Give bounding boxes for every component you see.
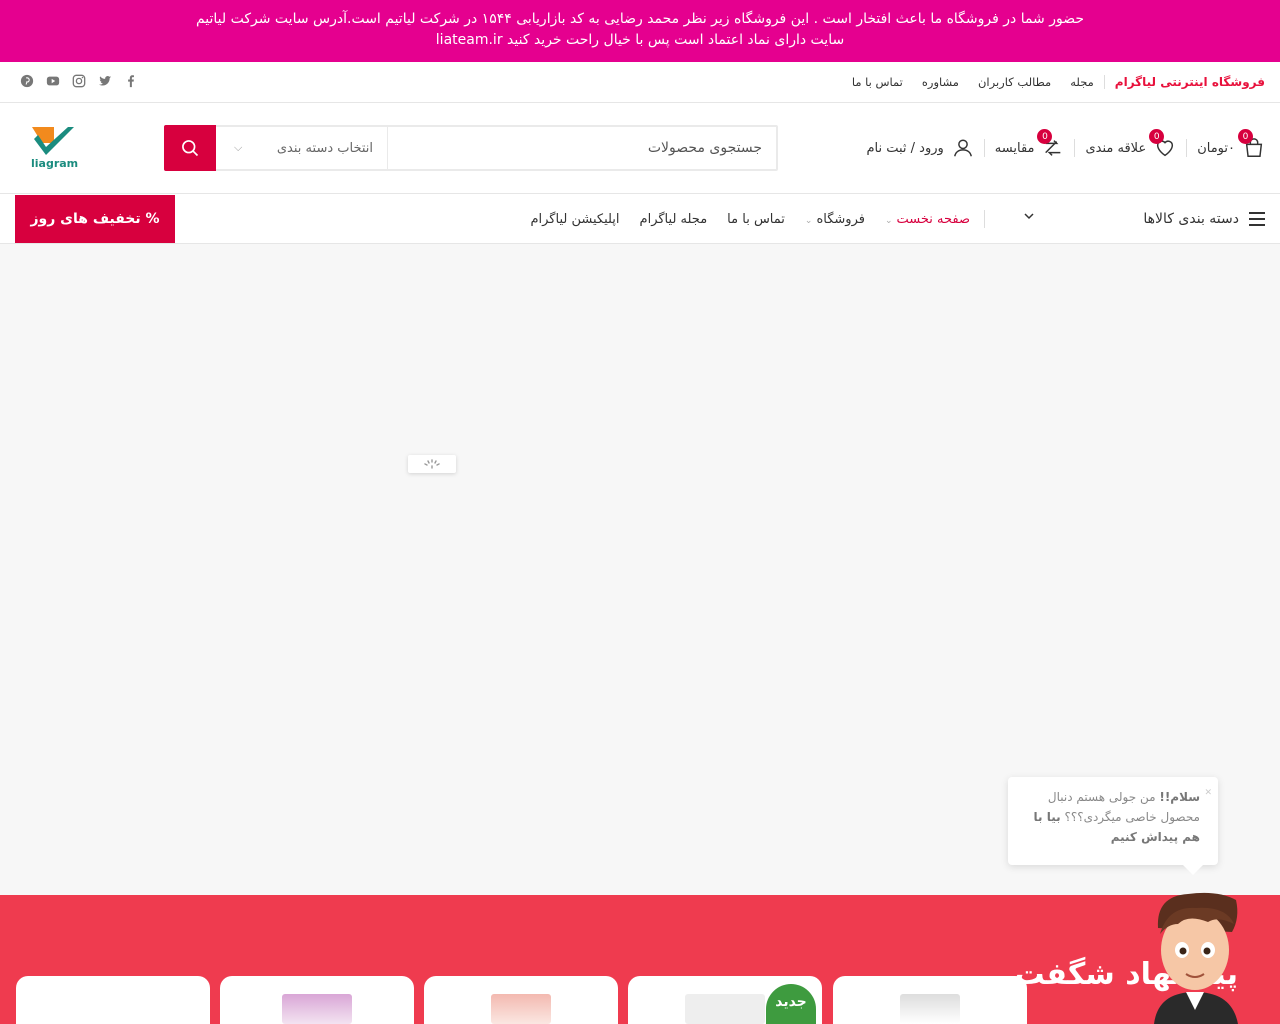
nav-item-app[interactable]: اپلیکیشن لیاگرام: [530, 212, 619, 227]
product-image: [282, 994, 352, 1024]
cart-count-badge: 0: [1238, 129, 1253, 144]
product-image: [685, 994, 765, 1024]
nav-separator: [984, 210, 985, 228]
twitter-icon[interactable]: [98, 74, 112, 88]
category-select[interactable]: انتخاب دسته بندی ⌵: [218, 127, 388, 169]
category-select-label: انتخاب دسته بندی: [276, 140, 373, 156]
compare-button[interactable]: 0 مقایسه: [994, 129, 1065, 159]
spinner-icon: [424, 459, 440, 469]
facebook-icon[interactable]: [124, 74, 138, 88]
nav-item-contact[interactable]: تماس با ما: [727, 212, 785, 227]
pinterest-icon[interactable]: [20, 74, 34, 88]
product-image: [491, 994, 551, 1024]
social-links: [20, 74, 138, 88]
menu-icon: [1249, 212, 1265, 226]
chat-bubble[interactable]: ✕ سلام!! من جولی هستم دنبال محصول خاصی م…: [1008, 777, 1218, 875]
site-header: liagram انتخاب دسته بندی ⌵ 0 ۰تومان 0 عل…: [0, 103, 1280, 194]
toplink-consulting[interactable]: مشاوره: [922, 75, 959, 89]
nav-menu: صفحه نخست فروشگاه تماس با ما مجله لیاگرا…: [530, 194, 970, 244]
search-icon: [182, 140, 199, 157]
separator: [1186, 139, 1188, 157]
separator: [983, 139, 985, 157]
nav-item-home[interactable]: صفحه نخست: [885, 212, 970, 227]
main-navigation: دسته بندی کالاها صفحه نخست فروشگاه تماس …: [0, 194, 1280, 244]
chevron-down-icon: [1023, 210, 1035, 226]
search-button[interactable]: [164, 125, 216, 171]
product-card[interactable]: [220, 976, 414, 1024]
categories-menu-button[interactable]: دسته بندی کالاها: [1015, 194, 1265, 244]
store-name-link[interactable]: فروشگاه اینترنتی لیاگرام: [1103, 75, 1265, 89]
top-links-bar: فروشگاه اینترنتی لیاگرام مجله مطالب کارب…: [0, 62, 1280, 103]
cart-total: ۰تومان: [1197, 140, 1235, 156]
search-form: انتخاب دسته بندی ⌵: [164, 125, 778, 171]
youtube-icon[interactable]: [46, 74, 60, 88]
logo-text: liagram: [31, 157, 79, 170]
account-label: ورود / ثبت نام: [866, 140, 944, 156]
amazing-offers-section: پیشنهاد شگفت: [0, 895, 1280, 1024]
account-button[interactable]: ورود / ثبت نام: [866, 137, 973, 159]
mascot-avatar[interactable]: [1148, 888, 1242, 1024]
close-icon[interactable]: ✕: [1204, 783, 1212, 803]
toplink-magazine[interactable]: مجله: [1070, 75, 1094, 89]
chat-greeting: سلام!!: [1159, 790, 1200, 804]
product-card[interactable]: [833, 976, 1027, 1024]
product-card[interactable]: [16, 976, 210, 1024]
wishlist-label: علاقه مندی: [1085, 140, 1147, 156]
cart-button[interactable]: 0 ۰تومان: [1197, 129, 1265, 159]
loading-spinner: [408, 455, 456, 473]
nav-item-magazine[interactable]: مجله لیاگرام: [640, 212, 708, 227]
product-image: [900, 994, 960, 1024]
mascot-icon: [1154, 892, 1238, 1024]
instagram-icon[interactable]: [72, 74, 86, 88]
daily-deals-button[interactable]: % تخفیف های روز: [15, 195, 175, 243]
announcement-bar: حضور شما در فروشگاه ما باعث افتخار است .…: [0, 0, 1280, 62]
categories-label: دسته بندی کالاها: [1143, 211, 1239, 227]
toplink-user-posts[interactable]: مطالب کاربران: [978, 75, 1051, 89]
user-icon: [953, 139, 972, 157]
toplink-contact[interactable]: تماس با ما: [852, 75, 903, 89]
header-actions: 0 ۰تومان 0 علاقه مندی 0 مقایسه ورود / ثب…: [866, 125, 1265, 171]
separator: [1074, 139, 1076, 157]
announcement-line-1: حضور شما در فروشگاه ما باعث افتخار است .…: [195, 11, 1085, 27]
compare-label: مقایسه: [994, 140, 1035, 156]
chevron-down-icon: ⌵: [234, 141, 243, 154]
wishlist-button[interactable]: 0 علاقه مندی: [1085, 129, 1176, 159]
product-card[interactable]: [424, 976, 618, 1024]
announcement-line-2: liateam.ir سایت دارای نماد اعتماد است پس…: [435, 32, 845, 48]
search-input[interactable]: [388, 127, 776, 169]
nav-item-shop[interactable]: فروشگاه: [805, 212, 865, 227]
